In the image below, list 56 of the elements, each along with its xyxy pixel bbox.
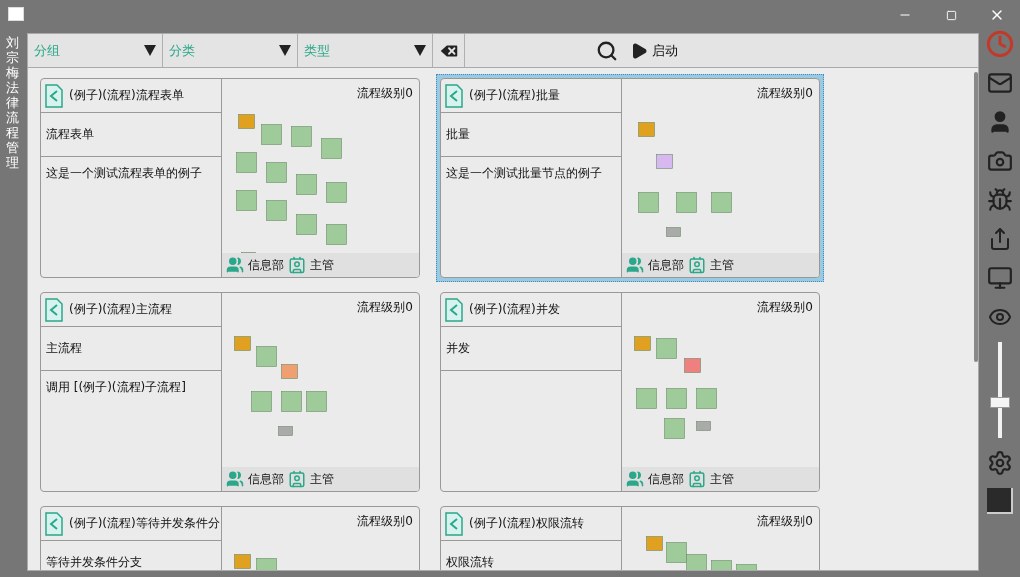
start-button[interactable]: 启动 [624,34,978,67]
process-level: 流程级别0 [357,513,413,530]
users-icon [626,256,644,274]
document-share-icon [45,83,63,108]
process-name: 并发 [446,340,470,357]
maximize-icon [945,9,957,21]
department-label: 信息部 [248,256,284,274]
play-icon [630,41,648,60]
document-share-icon [445,511,463,536]
process-title: (例子)(流程)等待并发条件分 [69,515,220,532]
process-title: (例子)(流程)并发 [469,301,560,318]
process-level: 流程级别0 [357,299,413,316]
role-label: 主管 [710,470,734,488]
department-label: 信息部 [648,256,684,274]
process-card[interactable]: (例子)(流程)批量 批量 这是一个测试批量节点的例子 流程级别0 信息部 主管 [436,74,824,282]
scrollbar[interactable] [974,72,978,362]
process-title: (例子)(流程)权限流转 [469,515,584,532]
id-badge-icon [688,470,706,488]
search-icon [596,39,618,62]
document-share-icon [445,297,463,322]
color-swatch[interactable] [986,488,1013,514]
document-share-icon [45,511,63,536]
role-label: 主管 [310,470,334,488]
document-share-icon [445,83,463,108]
slider-thumb[interactable] [989,396,1010,408]
caret-icon [414,45,426,56]
process-name: 权限流转 [446,554,494,570]
users-icon [626,470,644,488]
process-description: 这是一个测试流程表单的例子 [45,165,203,182]
id-badge-icon [288,470,306,488]
process-level: 流程级别0 [757,299,813,316]
app-title: 刘宗梅法律流程管理 [5,34,20,172]
users-icon [226,470,244,488]
users-icon [226,256,244,274]
process-name: 流程表单 [46,126,94,143]
id-badge-icon [288,256,306,274]
department-label: 信息部 [248,470,284,488]
process-title: (例子)(流程)流程表单 [69,87,184,104]
process-level: 流程级别0 [757,513,813,530]
caret-icon [279,45,291,56]
role-label: 主管 [710,256,734,274]
process-level: 流程级别0 [757,85,813,102]
process-level: 流程级别0 [357,85,413,102]
process-title: (例子)(流程)主流程 [69,301,172,318]
process-description: 调用 [(例子)(流程)子流程] [45,379,187,396]
caret-icon [144,45,156,56]
process-name: 主流程 [46,340,82,357]
id-badge-icon [688,256,706,274]
process-description: 这是一个测试批量节点的例子 [445,165,603,182]
process-name: 等待并发条件分支 [46,554,142,570]
app-icon [8,7,24,21]
process-title: (例子)(流程)批量 [469,87,560,104]
role-label: 主管 [310,256,334,274]
process-name: 批量 [446,126,470,143]
department-label: 信息部 [648,470,684,488]
document-share-icon [45,297,63,322]
